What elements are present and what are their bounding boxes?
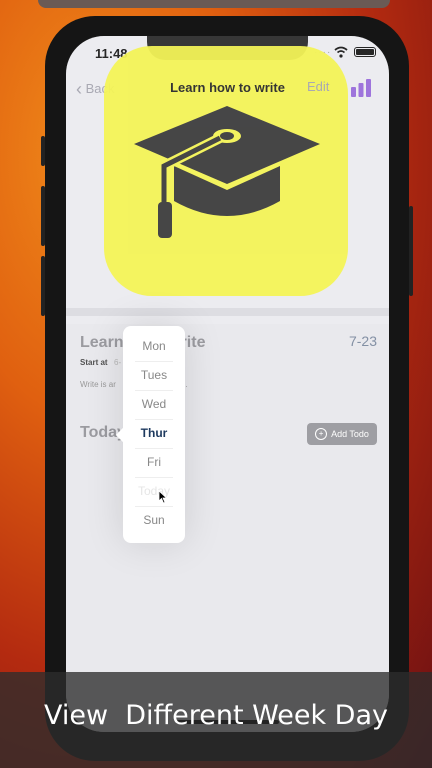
week-day-option-tues[interactable]: Tues [123,361,185,390]
caption-text: View Different Week Day [43,700,388,731]
week-day-option-wed[interactable]: Wed [123,390,185,419]
cursor-icon [158,490,168,504]
week-day-option-mon[interactable]: Mon [123,332,185,361]
week-day-option-sun[interactable]: Sun [123,506,185,535]
week-day-list: Mon Tues Wed Thur Fri Today Sun [123,326,185,535]
week-day-option-today: Today [123,477,185,506]
power-button [409,206,413,296]
week-day-option-fri[interactable]: Fri [123,448,185,477]
volume-up-button [41,186,45,246]
week-day-option-thur[interactable]: Thur [123,419,185,448]
phone-screen: 11:48 ···· ‹ Back Learnrite 7-23 Start a… [66,36,389,732]
background-window-edge [38,0,390,8]
week-day-picker: Mon Tues Wed Thur Fri Today Sun [115,326,185,543]
mute-switch [41,136,45,166]
modal-dimmer [66,36,389,732]
volume-down-button [41,256,45,316]
